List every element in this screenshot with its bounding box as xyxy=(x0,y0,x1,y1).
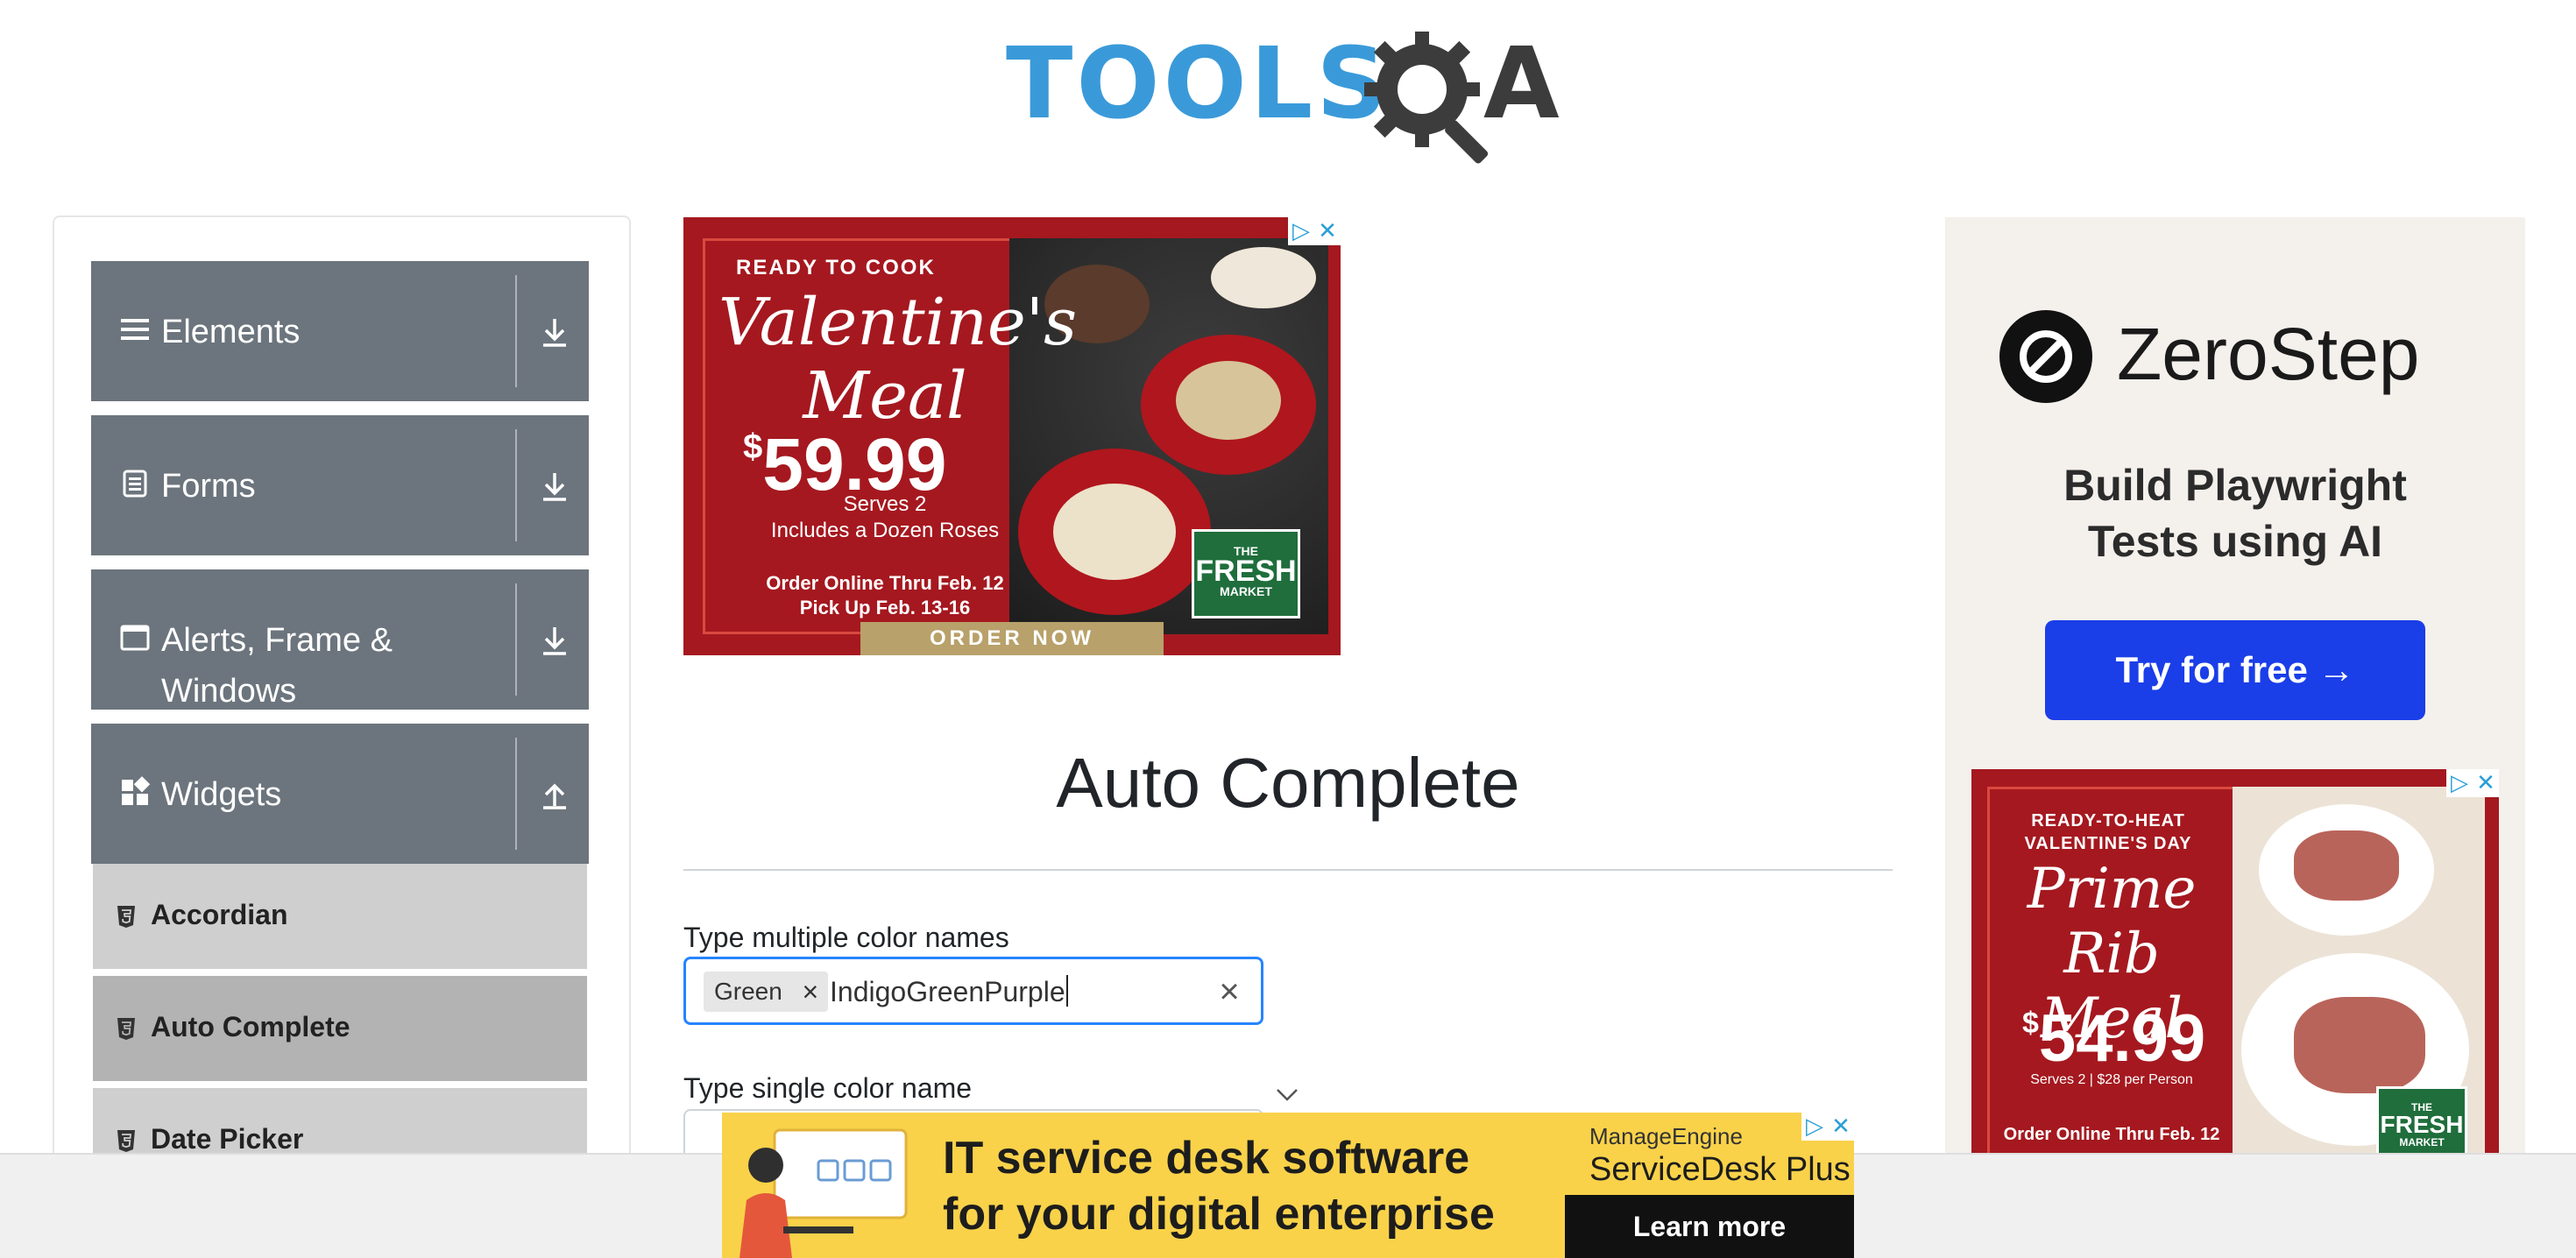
close-ad-icon[interactable]: ✕ xyxy=(1828,1113,1854,1141)
tagline-line: Tests using AI xyxy=(2087,517,2383,566)
order-now-button[interactable]: ORDER NOW xyxy=(860,622,1164,655)
price-value: 54.99 xyxy=(2038,1001,2206,1076)
gear-magnifier-icon xyxy=(1364,32,1489,164)
logo-text-tools: TOOLS xyxy=(1006,27,1391,141)
sidebar-group-widgets[interactable]: Widgets xyxy=(91,724,589,864)
headline-line: for your digital enterprise xyxy=(943,1189,1495,1240)
divider xyxy=(515,275,517,387)
price-symbol: $ xyxy=(2022,1007,2039,1040)
download-arrow-icon[interactable] xyxy=(534,466,575,506)
ad-eyebrow: READY TO COOK xyxy=(736,256,936,279)
page-title: Auto Complete xyxy=(1056,744,1520,822)
ad-roses: Includes a Dozen Roses xyxy=(770,519,1000,542)
plate xyxy=(1141,335,1316,475)
sidebar-item-label: Date Picker xyxy=(151,1123,304,1155)
html5-icon xyxy=(117,906,135,928)
ad-choices: ▷ ✕ xyxy=(2446,769,2499,797)
ad-title: Valentine's Meal xyxy=(718,285,1078,434)
ad-order-dates: Order Online Thru Feb. 12 xyxy=(2003,1125,2220,1144)
ad-headline: IT service desk software for your digita… xyxy=(943,1130,1495,1242)
ad-choices: ▷ ✕ xyxy=(1801,1113,1854,1141)
single-color-label: Type single color name xyxy=(683,1072,973,1104)
zerostep-logo-icon xyxy=(1999,310,2092,403)
ad-servicedesk-plus[interactable]: IT service desk software for your digita… xyxy=(722,1113,1854,1258)
headline-line: IT service desk software xyxy=(943,1133,1470,1184)
divider xyxy=(515,738,517,850)
adchoices-icon[interactable]: ▷ xyxy=(1801,1113,1828,1141)
learn-more-button[interactable]: Learn more xyxy=(1565,1195,1854,1258)
eyebrow-line: VALENTINE'S DAY xyxy=(2024,834,2192,853)
chip-remove-icon[interactable]: × xyxy=(793,976,828,1008)
plate xyxy=(2259,804,2434,936)
clear-all-icon[interactable]: × xyxy=(1212,972,1247,1012)
typed-text[interactable]: IndigoGreenPurple xyxy=(830,975,1068,1008)
sidebar-item-label: Auto Complete xyxy=(151,1011,350,1042)
chip-label: Green xyxy=(714,978,782,1005)
badge-market: MARKET xyxy=(2399,1136,2445,1148)
sidebar-group-label: Forms xyxy=(161,468,256,505)
close-ad-icon[interactable]: ✕ xyxy=(2473,769,2499,797)
sidebar-group-label: Alerts, Frame & Windows xyxy=(161,622,393,710)
ad-order-dates: Order Online Thru Feb. 12 Pick Up Feb. 1… xyxy=(718,571,1051,620)
sidebar-item-label: Accordian xyxy=(151,899,288,930)
ad-valentines-meal[interactable]: READY TO COOK Valentine's Meal $59.99 Se… xyxy=(683,217,1341,655)
badge-fresh: FRESH xyxy=(2380,1111,2464,1138)
pickup-line: Pick Up Feb. 13-16 xyxy=(799,597,971,618)
sidebar-group-label: Widgets xyxy=(161,776,282,813)
upload-arrow-icon[interactable] xyxy=(534,774,575,815)
multi-color-input[interactable]: Green × IndigoGreenPurple × xyxy=(683,957,1263,1025)
adchoices-icon[interactable]: ▷ xyxy=(2446,769,2473,797)
ad-choices: ▷ ✕ xyxy=(1288,217,1341,245)
close-ad-icon[interactable]: ✕ xyxy=(1314,217,1341,245)
sidebar-group-alerts-frame-windows[interactable]: Alerts, Frame & Windows xyxy=(91,569,589,710)
brand-manageengine: ManageEngine xyxy=(1589,1123,1743,1149)
divider xyxy=(515,583,517,696)
divider xyxy=(683,869,1893,871)
ad-serves: Serves 2 | $28 per Person xyxy=(2030,1072,2193,1087)
ad-price: $54.99 xyxy=(2022,1000,2205,1077)
hamburger-icon xyxy=(121,319,149,340)
color-chip: Green × xyxy=(704,972,828,1012)
chevron-down-icon[interactable] xyxy=(1274,1081,1300,1107)
zerostep-tagline: Build Playwright Tests using AI xyxy=(1945,457,2525,569)
text-caret xyxy=(1065,975,1068,1007)
roses xyxy=(1211,247,1316,308)
brand-servicedesk-plus: ServiceDesk Plus xyxy=(1589,1151,1851,1188)
sidebar-item-accordian[interactable]: Accordian xyxy=(93,864,587,972)
download-arrow-icon[interactable] xyxy=(534,620,575,661)
fresh-market-logo: THE FRESH MARKET xyxy=(1192,529,1300,618)
toolsqa-logo[interactable]: TOOLS A xyxy=(1006,26,1575,164)
price-symbol: $ xyxy=(743,428,763,466)
sidebar-group-elements[interactable]: Elements xyxy=(91,261,589,401)
window-icon xyxy=(120,625,150,651)
divider xyxy=(515,429,517,541)
document-icon xyxy=(123,470,147,498)
adchoices-icon[interactable]: ▷ xyxy=(1288,217,1314,245)
ad-eyebrow: READY-TO-HEAT VALENTINE'S DAY xyxy=(1994,809,2222,855)
html5-icon xyxy=(117,1130,135,1152)
zerostep-name: ZeroStep xyxy=(2117,313,2420,395)
try-for-free-button[interactable]: Try for free → xyxy=(2045,620,2425,720)
ad-serves: Serves 2 xyxy=(843,492,927,516)
logo-text-a: A xyxy=(1483,27,1560,141)
download-arrow-icon[interactable] xyxy=(534,312,575,352)
left-panel: Elements Forms Alerts, Frame & Windows W… xyxy=(53,216,631,1258)
sidebar-group-forms[interactable]: Forms xyxy=(91,415,589,555)
sidebar-item-auto-complete[interactable]: Auto Complete xyxy=(93,976,587,1085)
badge-fresh: FRESH xyxy=(1195,555,1297,588)
sidebar-group-label: Elements xyxy=(161,314,301,350)
tagline-line: Build Playwright xyxy=(2063,461,2407,510)
html5-icon xyxy=(117,1018,135,1040)
typed-value: IndigoGreenPurple xyxy=(830,976,1065,1007)
order-line: Order Online Thru Feb. 12 xyxy=(766,572,1004,594)
widgets-icon xyxy=(122,776,151,805)
eyebrow-line: READY-TO-HEAT xyxy=(2031,811,2185,830)
multi-color-label: Type multiple color names xyxy=(683,922,1009,953)
person-at-desk-illustration xyxy=(740,1128,908,1258)
